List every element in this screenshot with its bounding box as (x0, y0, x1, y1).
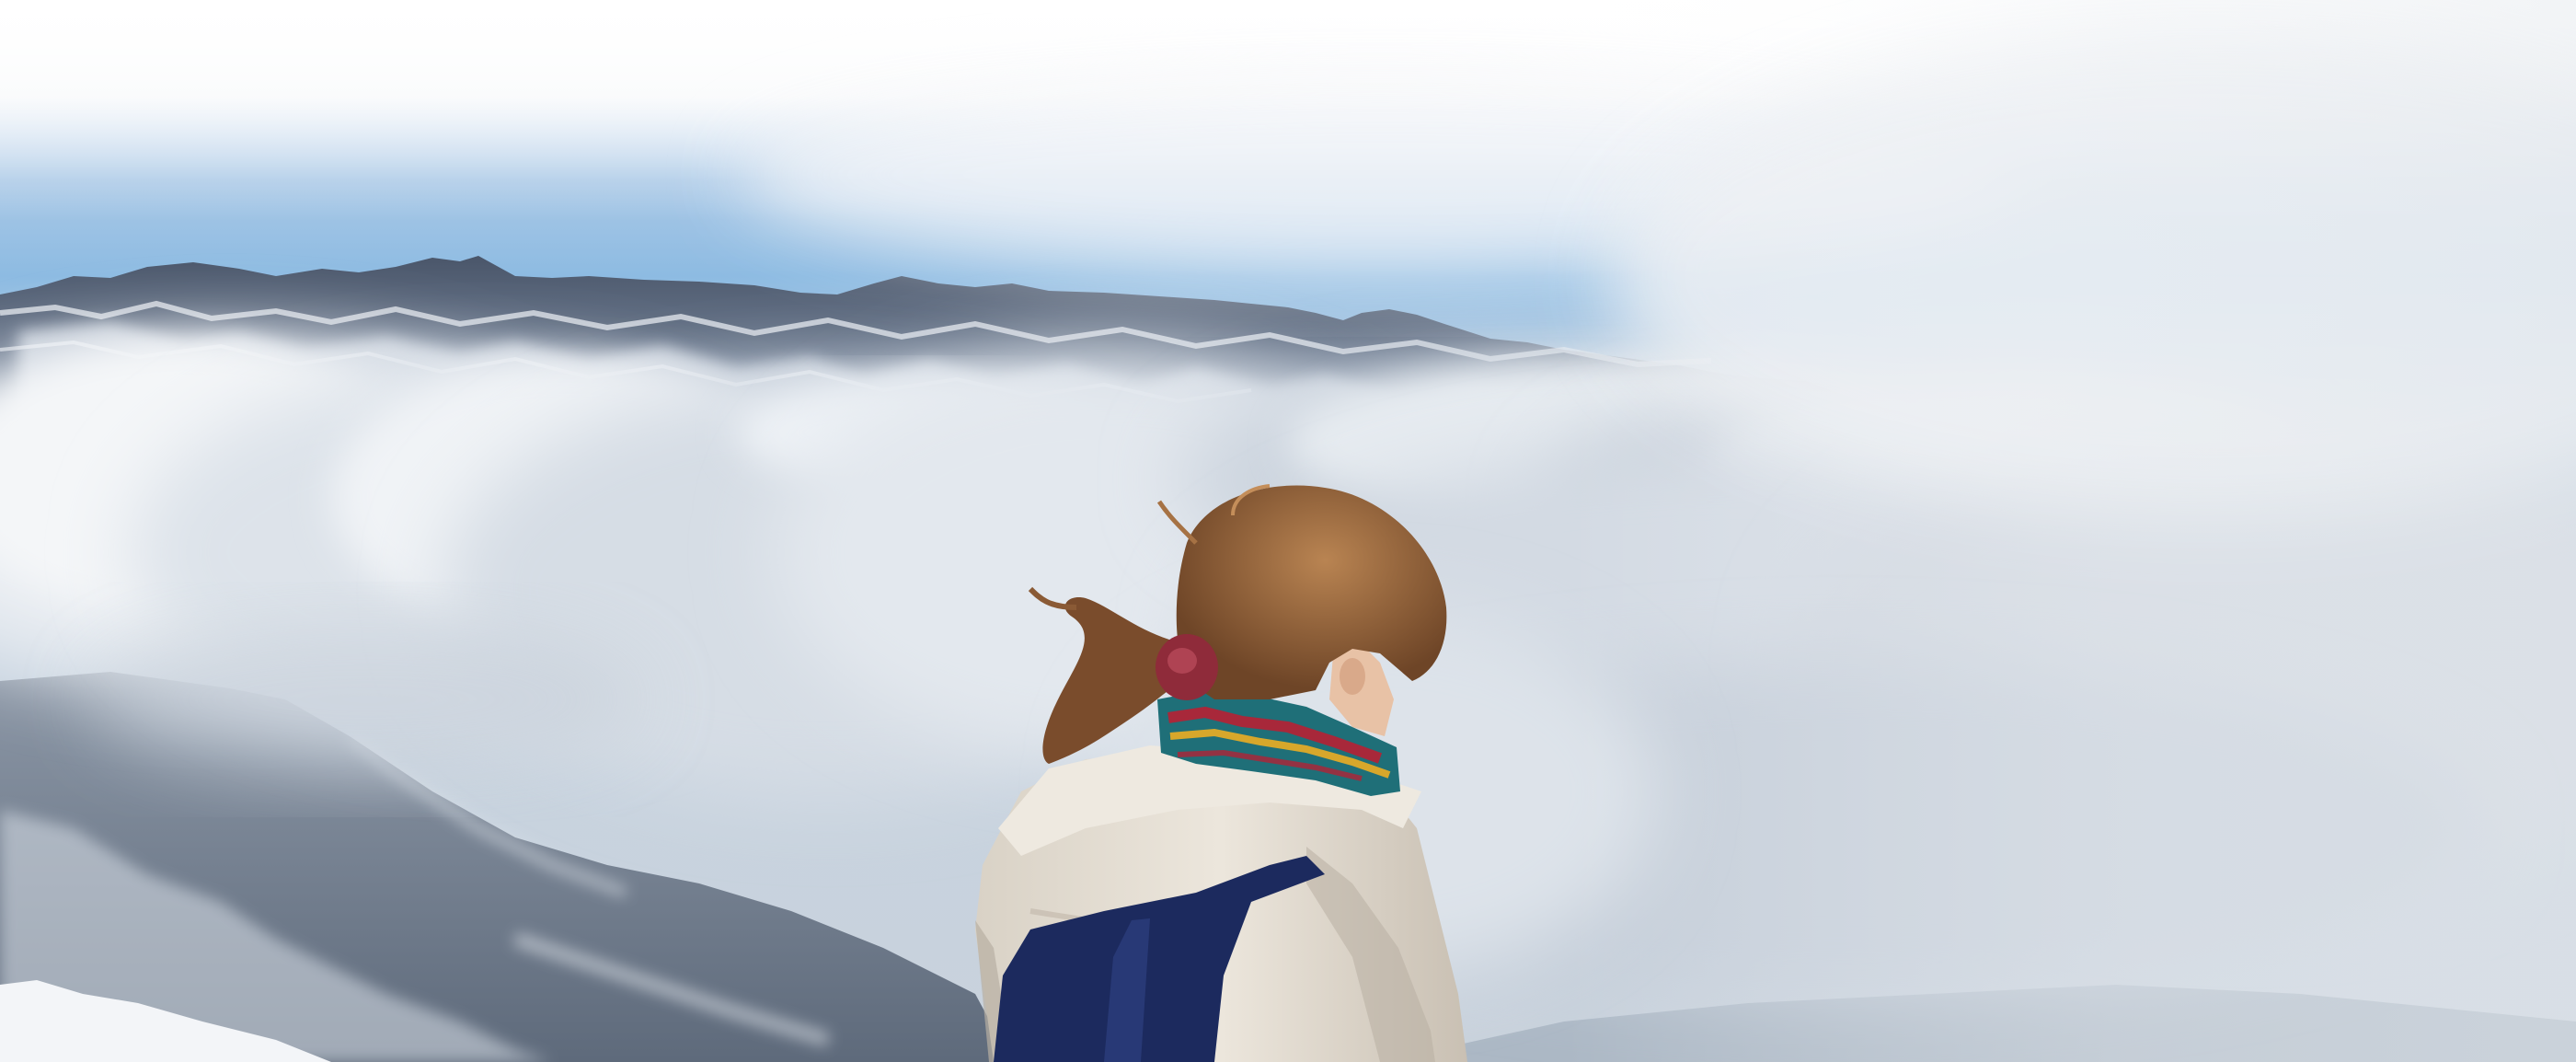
landscape-photo (0, 0, 2576, 1062)
photo-scene (0, 0, 2576, 1062)
